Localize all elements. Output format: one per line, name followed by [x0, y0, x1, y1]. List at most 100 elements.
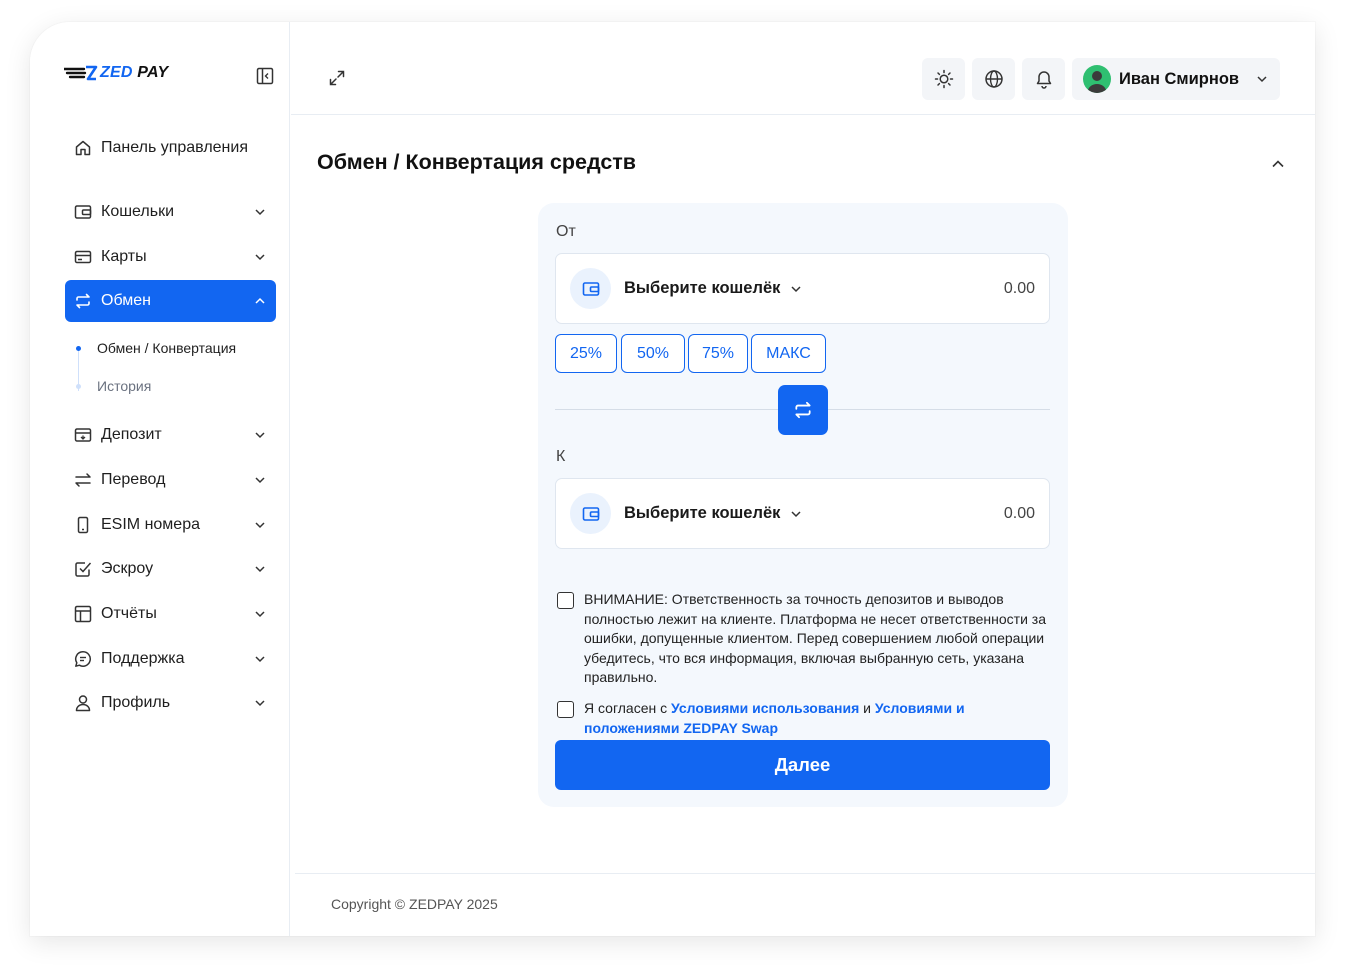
sidebar-item-reports[interactable]: Отчёты: [65, 593, 276, 635]
chevron-down-icon: [254, 608, 266, 620]
percent-25-button[interactable]: 25%: [555, 334, 617, 373]
warning-text: ВНИМАНИЕ: Ответственность за точность де…: [584, 591, 1047, 686]
phone-icon: [74, 516, 92, 534]
logo: ZED PAY: [64, 64, 168, 82]
sidebar-item-deposit[interactable]: Депозит: [65, 414, 276, 456]
to-wallet-placeholder: Выберите кошелёк: [624, 504, 781, 522]
exchange-icon: [74, 292, 92, 310]
sidebar-item-exchange[interactable]: Обмен: [65, 280, 276, 322]
avatar: [1083, 65, 1111, 93]
fullscreen-icon[interactable]: [327, 68, 347, 88]
chevron-down-icon: [254, 251, 266, 263]
checkbox-icon: [74, 560, 92, 578]
warning-checkbox[interactable]: [557, 592, 574, 609]
globe-icon: [984, 70, 1003, 88]
sidebar-item-label: Профиль: [101, 694, 171, 711]
notifications-button[interactable]: [1022, 58, 1065, 100]
chevron-down-icon: [791, 510, 801, 517]
next-button[interactable]: Далее: [555, 740, 1050, 790]
deposit-icon: [74, 426, 92, 444]
logo-text-zed: ZED: [100, 64, 133, 81]
submenu-active-dot: [76, 346, 81, 351]
sidebar: ZED PAY Панель управления Кошельки Карты…: [30, 22, 290, 936]
bell-icon: [1036, 71, 1051, 89]
chevron-down-icon: [1257, 76, 1267, 83]
warning-row: ВНИМАНИЕ: Ответственность за точность де…: [557, 590, 1047, 688]
to-amount[interactable]: 0.00: [1004, 505, 1035, 523]
to-wallet-select[interactable]: Выберите кошелёк: [624, 504, 1004, 523]
sidebar-item-wallets[interactable]: Кошельки: [65, 191, 276, 233]
from-wallet-field: Выберите кошелёк 0.00: [555, 253, 1050, 324]
report-icon: [74, 605, 92, 623]
sidebar-collapse-icon[interactable]: [255, 66, 275, 86]
submenu-item-history[interactable]: История: [97, 378, 151, 394]
agree-row: Я согласен с Условиями использования и У…: [557, 699, 1047, 738]
sidebar-item-label: Панель управления: [101, 139, 248, 156]
from-amount[interactable]: 0.00: [1004, 280, 1035, 298]
swap-button[interactable]: [778, 385, 828, 435]
user-icon: [74, 694, 92, 712]
chevron-down-icon: [254, 474, 266, 486]
user-name: Иван Смирнов: [1119, 69, 1240, 88]
sidebar-item-profile[interactable]: Профиль: [65, 682, 276, 724]
sidebar-item-escrow[interactable]: Эскроу: [65, 548, 276, 590]
sidebar-item-label: Кошельки: [101, 203, 175, 220]
sidebar-item-label: Поддержка: [101, 650, 185, 667]
from-wallet-select[interactable]: Выберите кошелёк: [624, 279, 1004, 298]
logo-text-pay: PAY: [132, 64, 169, 81]
copyright: Copyright © ZEDPAY 2025: [331, 896, 498, 912]
to-wallet-field: Выберите кошелёк 0.00: [555, 478, 1050, 549]
wallet-icon: [74, 203, 92, 221]
chat-icon: [74, 650, 92, 668]
sidebar-item-label: Перевод: [101, 471, 166, 488]
theme-toggle-button[interactable]: [922, 58, 965, 100]
terms-of-use-link[interactable]: Условиями использования: [671, 700, 859, 716]
sidebar-item-transfer[interactable]: Перевод: [65, 459, 276, 501]
chevron-up-icon: [254, 295, 266, 307]
agree-checkbox[interactable]: [557, 701, 574, 718]
exchange-card: От Выберите кошелёк 0.00 25% 50% 75% МАК…: [538, 203, 1068, 807]
sidebar-item-label: Отчёты: [101, 605, 157, 622]
chevron-down-icon: [254, 206, 266, 218]
percent-75-button[interactable]: 75%: [688, 334, 748, 373]
transfer-icon: [74, 471, 92, 489]
agree-and-text: и: [859, 700, 875, 716]
sidebar-item-support[interactable]: Поддержка: [65, 638, 276, 680]
user-menu[interactable]: Иван Смирнов: [1072, 58, 1280, 100]
topbar: Иван Смирнов: [291, 22, 1315, 115]
sidebar-item-cards[interactable]: Карты: [65, 236, 276, 278]
logo-mark-icon: [64, 65, 98, 81]
sidebar-item-label: ESIM номера: [101, 516, 200, 533]
swap-icon: [795, 401, 811, 419]
collapse-section-icon[interactable]: [1270, 156, 1286, 172]
chevron-down-icon: [254, 697, 266, 709]
from-wallet-placeholder: Выберите кошелёк: [624, 279, 781, 297]
sidebar-item-esim[interactable]: ESIM номера: [65, 504, 276, 546]
wallet-icon: [570, 268, 611, 309]
sidebar-item-label: Карты: [101, 248, 147, 265]
chevron-down-icon: [791, 285, 801, 292]
submenu-item-convert[interactable]: Обмен / Конвертация: [97, 340, 236, 356]
chevron-down-icon: [254, 519, 266, 531]
language-button[interactable]: [972, 58, 1015, 100]
home-icon: [74, 139, 92, 157]
agree-text: Я согласен с: [584, 700, 671, 716]
wallet-icon: [570, 493, 611, 534]
chevron-down-icon: [254, 653, 266, 665]
footer-divider: [295, 873, 1315, 874]
sidebar-item-label: Обмен: [101, 292, 151, 309]
from-label: От: [556, 223, 576, 240]
chevron-down-icon: [254, 563, 266, 575]
app-window: ZED PAY Панель управления Кошельки Карты…: [30, 22, 1315, 936]
chevron-down-icon: [254, 429, 266, 441]
sidebar-item-dashboard[interactable]: Панель управления: [65, 127, 276, 169]
percent-max-button[interactable]: МАКС: [751, 334, 826, 373]
percent-50-button[interactable]: 50%: [621, 334, 685, 373]
submenu-dot: [76, 384, 81, 389]
sun-icon: [934, 69, 953, 89]
sidebar-item-label: Эскроу: [101, 560, 154, 577]
sidebar-item-label: Депозит: [101, 426, 162, 443]
to-label: К: [556, 448, 566, 465]
page-title: Обмен / Конвертация средств: [317, 150, 637, 174]
card-icon: [74, 248, 92, 266]
